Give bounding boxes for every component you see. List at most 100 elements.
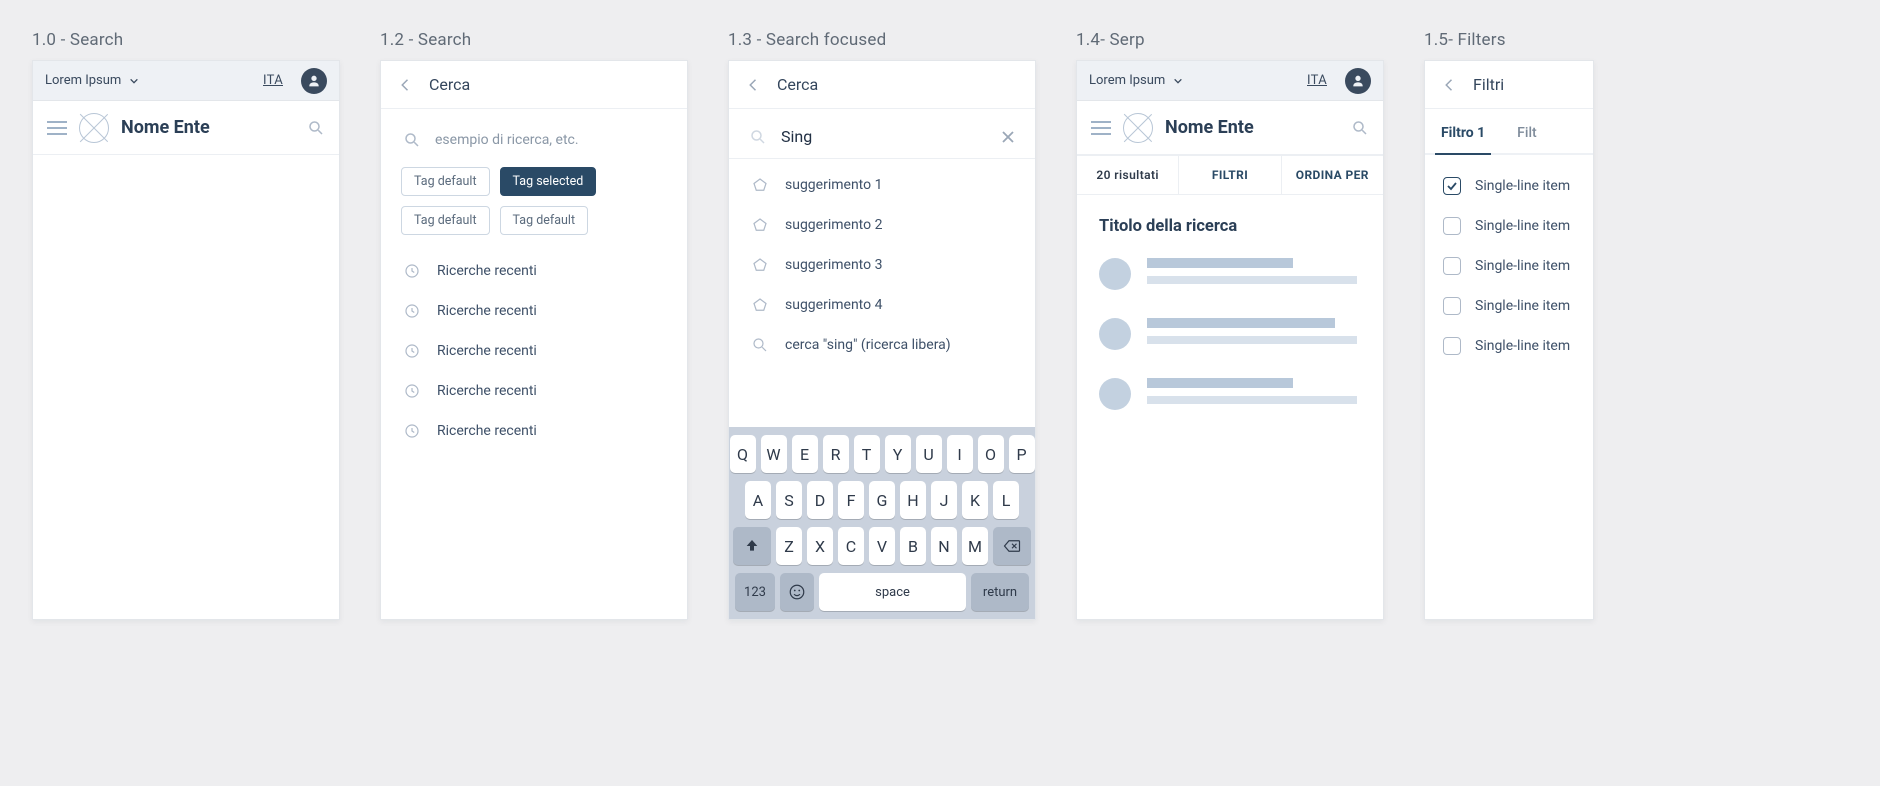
menu-button[interactable] [47,121,67,135]
shift-key[interactable] [733,527,771,565]
key[interactable]: M [962,527,988,565]
key[interactable]: P [1009,435,1035,473]
filter-tab-1[interactable]: Filtro 1 [1439,115,1487,153]
tag-default[interactable]: Tag default [401,206,490,235]
clear-button[interactable] [1001,130,1015,144]
search-field[interactable] [381,109,687,163]
recent-item[interactable]: Ricerche recenti [389,251,679,291]
checkbox-item[interactable]: Single-line item [1441,249,1577,283]
return-key[interactable]: return [971,573,1029,611]
search-input[interactable] [781,127,987,146]
logo-placeholder [1123,113,1153,143]
results-count: 20 risultati [1077,156,1179,194]
key[interactable]: F [838,481,864,519]
back-button[interactable] [397,76,415,94]
pentagon-icon [751,216,769,234]
checkbox-item[interactable]: Single-line item [1441,289,1577,323]
search-field[interactable] [729,109,1035,159]
key[interactable]: T [854,435,880,473]
sort-button[interactable]: ORDINA PER [1282,156,1383,194]
backspace-icon [1003,539,1021,553]
virtual-keyboard: Q W E R T Y U I O P A S D F G H [729,427,1035,619]
result-item[interactable] [1077,364,1383,424]
suggestion-label: suggerimento 2 [785,217,882,233]
filter-tab-2[interactable]: Filt [1515,115,1539,153]
checkbox-item[interactable]: Single-line item [1441,209,1577,243]
free-search-label: cerca "sing" (ricerca libera) [785,337,951,353]
filters-button[interactable]: FILTRI [1179,156,1281,194]
tag-default[interactable]: Tag default [401,167,490,196]
key[interactable]: W [761,435,787,473]
key[interactable]: I [947,435,973,473]
language-link[interactable]: ITA [1307,73,1327,88]
key[interactable]: J [931,481,957,519]
shift-icon [744,538,760,554]
key[interactable]: G [869,481,895,519]
search-input[interactable] [435,132,665,148]
phone-frame: Cerca Tag default Tag selected Tag defau… [380,60,688,620]
brand-dropdown-label: Lorem Ipsum [1089,73,1165,88]
suggestion-item[interactable]: suggerimento 4 [737,285,1027,325]
key[interactable]: K [962,481,988,519]
chevron-down-icon [129,76,139,86]
menu-button[interactable] [1091,121,1111,135]
recent-item[interactable]: Ricerche recenti [389,291,679,331]
brand-title: Nome Ente [121,117,210,138]
suggestion-item[interactable]: suggerimento 1 [737,165,1027,205]
back-button[interactable] [1441,76,1459,94]
key[interactable]: Y [885,435,911,473]
key[interactable]: C [838,527,864,565]
item-label: Single-line item [1475,338,1570,354]
key[interactable]: L [993,481,1019,519]
free-search-item[interactable]: cerca "sing" (ricerca libera) [737,325,1027,365]
screen-label: 1.0 - Search [32,30,340,50]
suggestion-item[interactable]: suggerimento 3 [737,245,1027,285]
key[interactable]: O [978,435,1004,473]
key[interactable]: V [869,527,895,565]
checkbox-item[interactable]: Single-line item [1441,169,1577,203]
key[interactable]: H [900,481,926,519]
suggestion-item[interactable]: suggerimento 2 [737,205,1027,245]
search-button[interactable] [1351,119,1369,137]
back-header: Cerca [381,61,687,109]
space-key[interactable]: space [819,573,966,611]
language-link[interactable]: ITA [263,73,283,88]
slim-header: Lorem Ipsum ITA [1077,61,1383,101]
screen-label: 1.3 - Search focused [728,30,1036,50]
emoji-icon [788,583,806,601]
brand-dropdown[interactable]: Lorem Ipsum [45,73,139,88]
backspace-key[interactable] [993,527,1031,565]
emoji-key[interactable] [780,573,814,611]
recent-item[interactable]: Ricerche recenti [389,371,679,411]
brand-dropdown[interactable]: Lorem Ipsum [1089,73,1183,88]
result-item[interactable] [1077,244,1383,304]
key[interactable]: R [823,435,849,473]
checkbox-item[interactable]: Single-line item [1441,329,1577,363]
tag-selected[interactable]: Tag selected [500,167,597,196]
recent-item[interactable]: Ricerche recenti [389,411,679,451]
key[interactable]: U [916,435,942,473]
key[interactable]: S [776,481,802,519]
screen-1-0: 1.0 - Search Lorem Ipsum ITA Nome Ente [32,30,340,620]
search-button[interactable] [307,119,325,137]
key[interactable]: Q [730,435,756,473]
tag-default[interactable]: Tag default [500,206,589,235]
key[interactable]: D [807,481,833,519]
account-button[interactable] [301,68,327,94]
user-icon [306,73,322,89]
recent-item[interactable]: Ricerche recenti [389,331,679,371]
phone-frame: Filtri Filtro 1 Filt Single-line item Si… [1424,60,1594,620]
key[interactable]: A [745,481,771,519]
slim-header: Lorem Ipsum ITA [33,61,339,101]
key[interactable]: N [931,527,957,565]
back-button[interactable] [745,76,763,94]
key[interactable]: Z [776,527,802,565]
key[interactable]: B [900,527,926,565]
numbers-key[interactable]: 123 [735,573,775,611]
result-item[interactable] [1077,304,1383,364]
account-button[interactable] [1345,68,1371,94]
key[interactable]: E [792,435,818,473]
page-title: Cerca [429,75,470,94]
key[interactable]: X [807,527,833,565]
search-icon [751,336,769,354]
